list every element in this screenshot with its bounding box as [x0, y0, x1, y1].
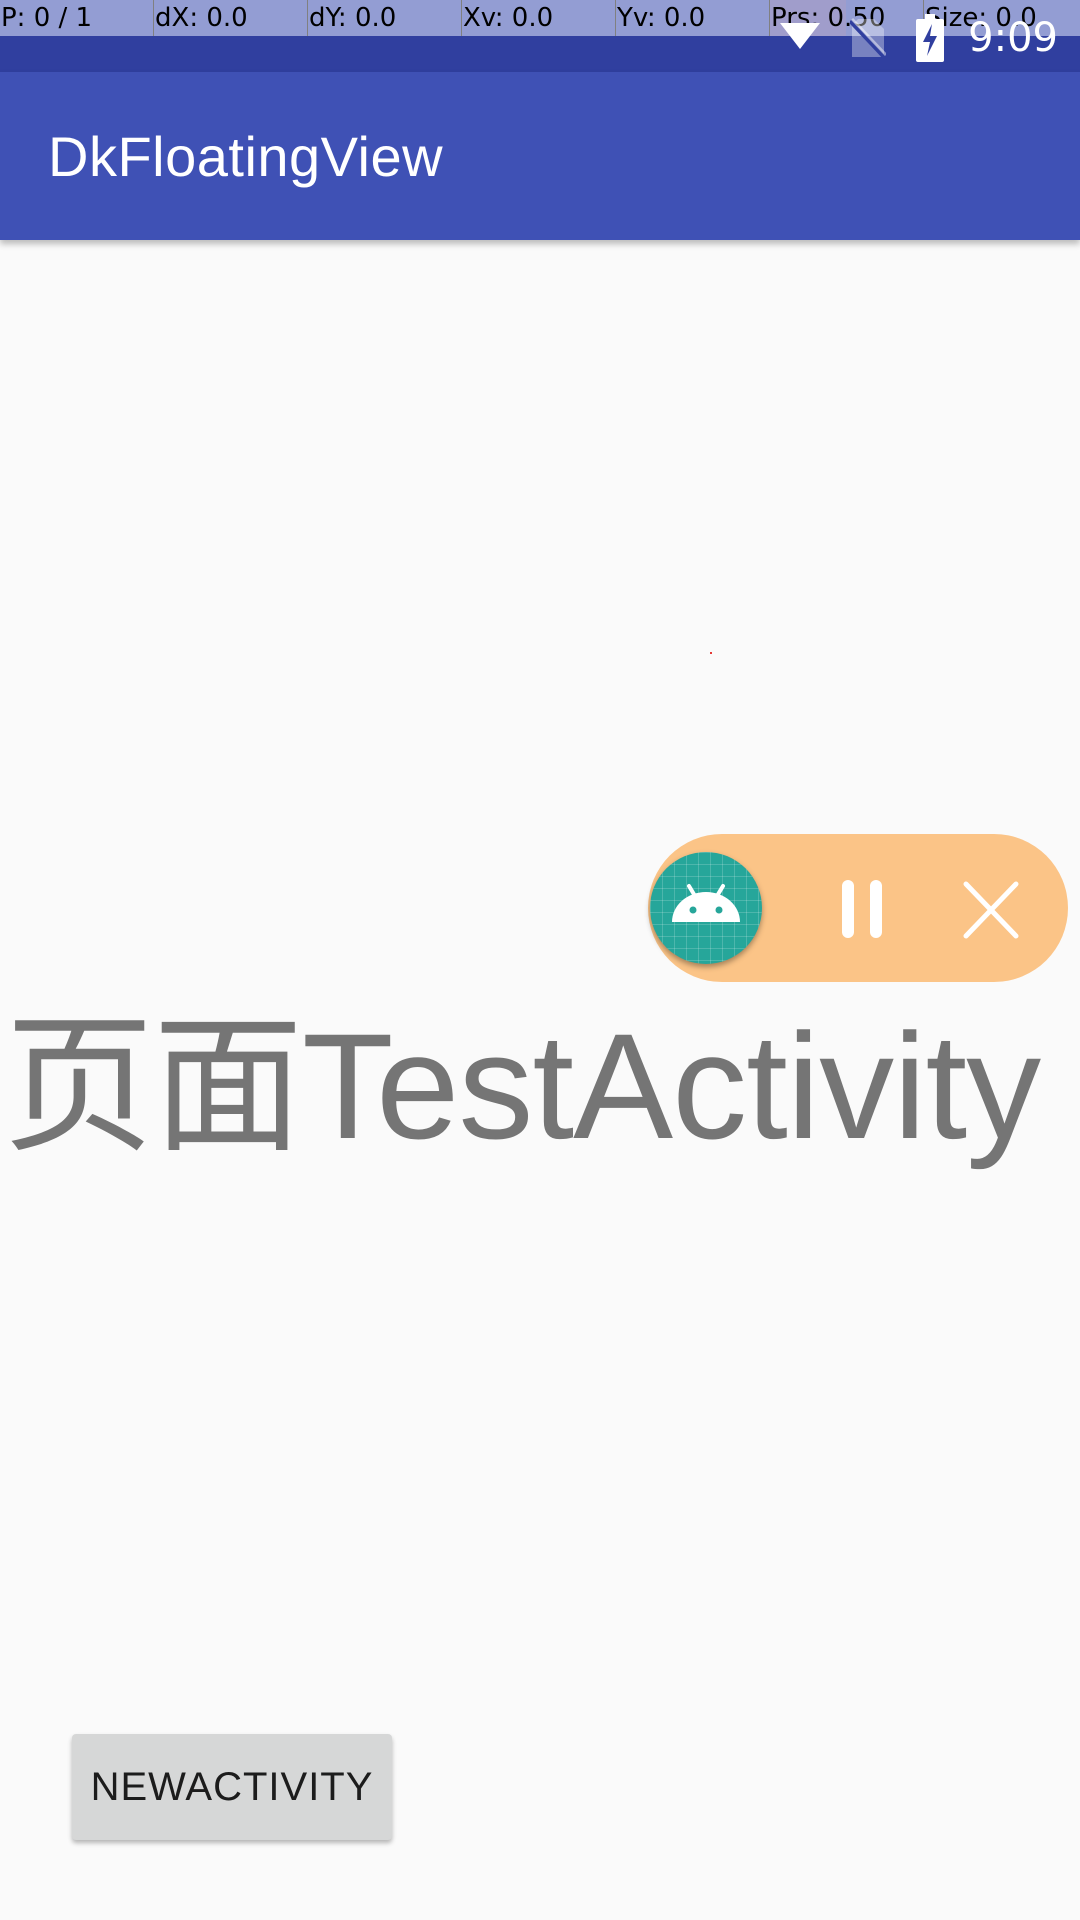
app-title: DkFloatingView: [48, 125, 444, 188]
no-sim-icon: [850, 17, 887, 59]
android-icon[interactable]: [650, 852, 762, 964]
new-activity-button[interactable]: NEWACTIVITY: [72, 1734, 392, 1840]
screen: P: 0 / 1 dX: 0.0 dY: 0.0 Xv: 0.0 Yv: 0.0…: [0, 0, 1080, 1920]
status-icons: 9:09: [750, 10, 1058, 66]
status-time: 9:09: [968, 15, 1058, 61]
close-icon[interactable]: [956, 880, 1026, 940]
wifi-icon: [780, 23, 821, 53]
battery-charging-icon: [916, 14, 945, 62]
pointer-dx: dX: 0.0: [154, 0, 308, 36]
pointer-dy: dY: 0.0: [308, 0, 462, 36]
pointer-yv: Yv: 0.0: [616, 0, 770, 36]
touch-point-marker: [710, 652, 712, 654]
app-bar: DkFloatingView: [0, 72, 1080, 240]
pointer-count: P: 0 / 1: [0, 0, 154, 36]
pause-icon[interactable]: [832, 874, 892, 944]
page-title: 页面TestActivity: [4, 1002, 1041, 1170]
pointer-xv: Xv: 0.0: [462, 0, 616, 36]
